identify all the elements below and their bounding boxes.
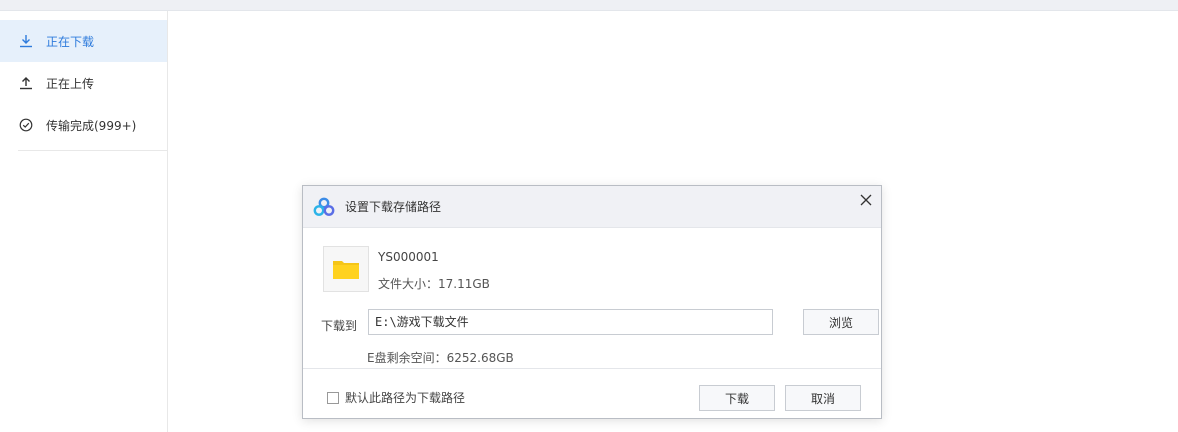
free-space: E盘剩余空间：6252.68GB bbox=[367, 349, 514, 366]
dialog-title: 设置下载存储路径 bbox=[345, 200, 442, 214]
sidebar-list: 正在下载 正在上传 传输完成(999+) bbox=[0, 11, 167, 151]
file-size-value: 17.11GB bbox=[438, 277, 490, 291]
dialog-title-bar: 设置下载存储路径 bbox=[303, 186, 881, 228]
download-path-input[interactable]: E:\游戏下载文件 bbox=[368, 309, 773, 335]
free-space-value: 6252.68GB bbox=[446, 351, 514, 365]
cancel-button[interactable]: 取消 bbox=[785, 385, 861, 411]
checkbox-label: 默认此路径为下载路径 bbox=[345, 391, 466, 405]
folder-icon bbox=[323, 246, 369, 292]
file-size-label: 文件大小： bbox=[378, 277, 439, 291]
checkbox-box[interactable] bbox=[327, 391, 339, 404]
download-to-label: 下载到 bbox=[321, 319, 358, 333]
close-icon[interactable] bbox=[859, 192, 873, 206]
free-space-label: E盘剩余空间： bbox=[367, 351, 447, 365]
sidebar-item-completed[interactable]: 传输完成(999+) bbox=[0, 104, 167, 146]
sidebar-item-uploading[interactable]: 正在上传 bbox=[0, 62, 167, 104]
file-name: YS000001 bbox=[378, 250, 439, 264]
sidebar-item-label: 正在下载 bbox=[46, 34, 95, 49]
sidebar-item-label: 正在上传 bbox=[46, 76, 95, 91]
sidebar-item-downloading[interactable]: 正在下载 bbox=[0, 20, 167, 62]
file-info: YS000001 文件大小：17.11GB bbox=[323, 246, 723, 296]
browse-button[interactable]: 浏览 bbox=[803, 309, 879, 335]
default-path-checkbox[interactable]: 默认此路径为下载路径 bbox=[327, 389, 465, 406]
sidebar-item-label: 传输完成(999+) bbox=[46, 118, 137, 133]
dialog-footer: 默认此路径为下载路径 下载 取消 bbox=[303, 368, 881, 419]
sidebar-divider bbox=[18, 150, 167, 151]
download-path-dialog: 设置下载存储路径 YS000001 文件大小：17.11GB 下载到 E:\游戏… bbox=[302, 185, 882, 419]
check-circle-icon bbox=[18, 117, 34, 133]
download-icon bbox=[18, 33, 34, 49]
upload-icon bbox=[18, 75, 34, 91]
cloud-logo-icon bbox=[313, 197, 335, 217]
download-path-row: 下载到 E:\游戏下载文件 浏览 bbox=[321, 309, 879, 339]
download-button[interactable]: 下载 bbox=[699, 385, 775, 411]
sidebar: 正在下载 正在上传 传输完成(999+) bbox=[0, 11, 168, 432]
top-bar bbox=[0, 0, 1178, 11]
file-size: 文件大小：17.11GB bbox=[378, 275, 490, 292]
